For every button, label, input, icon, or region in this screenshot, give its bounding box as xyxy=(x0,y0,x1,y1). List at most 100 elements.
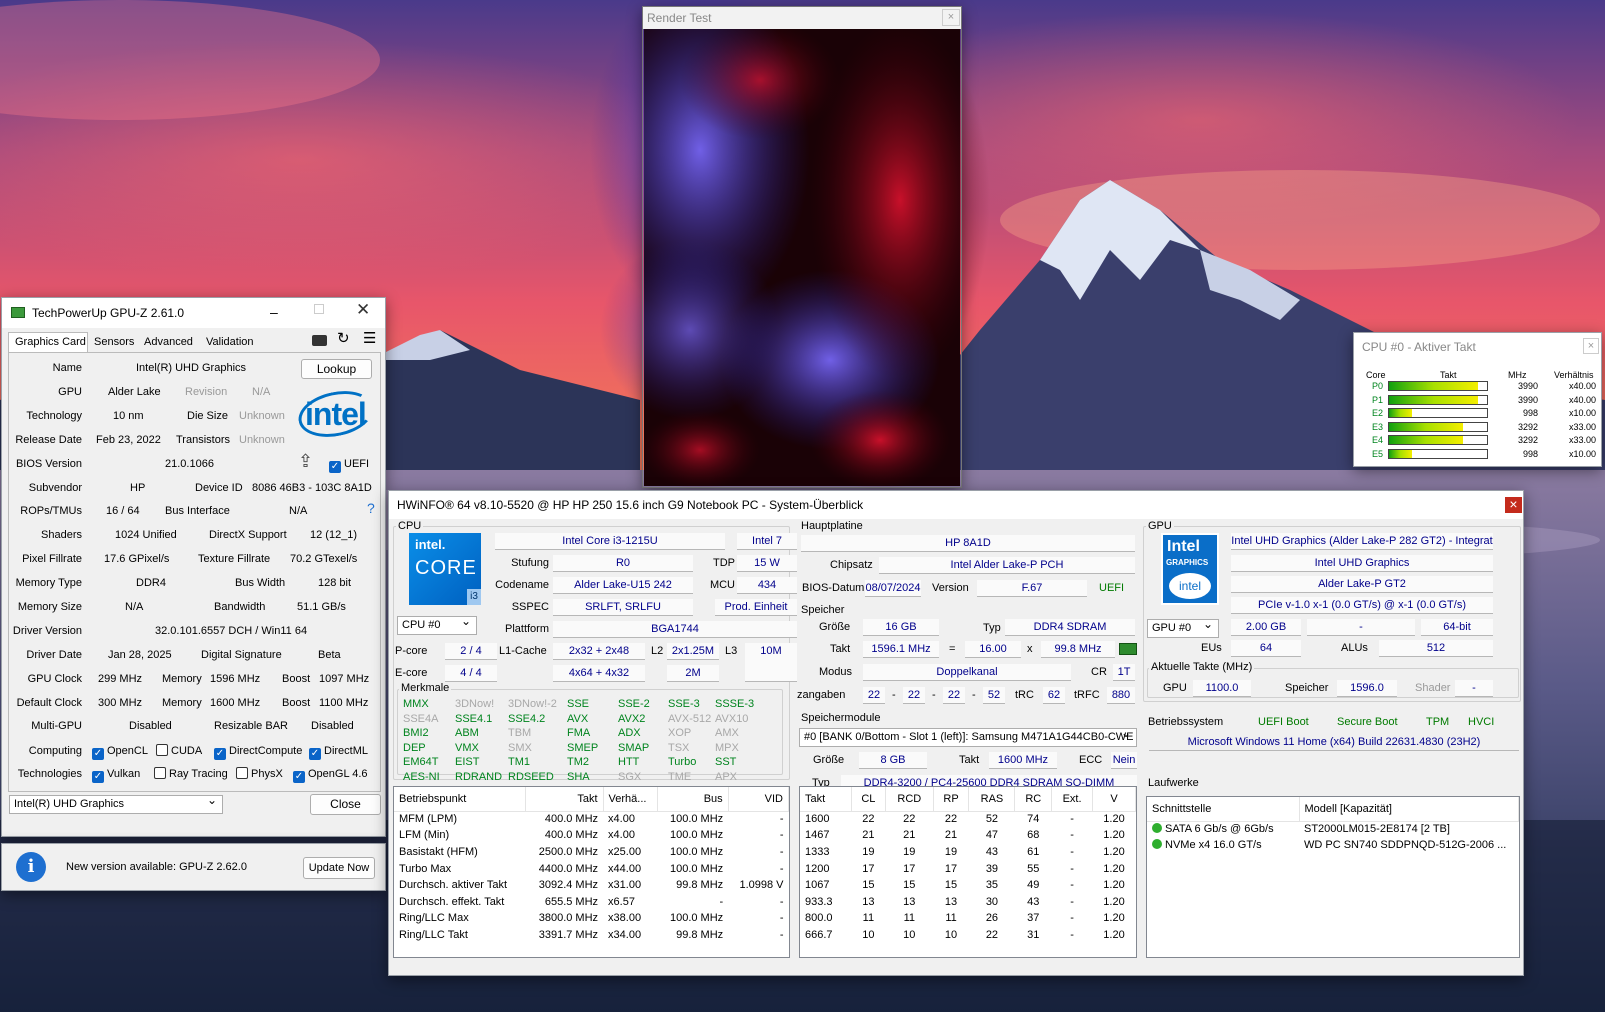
table-cell: 21 xyxy=(862,829,875,842)
physx-checkbox[interactable]: PhysX xyxy=(236,767,283,782)
opengl-checkbox[interactable]: ✓ OpenGL 4.6 xyxy=(293,767,368,783)
table-cell: 17 xyxy=(903,862,916,875)
timing-rcd: 22 xyxy=(903,687,925,704)
uefi-status: UEFI xyxy=(1099,582,1125,594)
value-digital-signature: Beta xyxy=(318,649,341,661)
cpu-feature: SMAP xyxy=(618,741,650,754)
value-bus-interface: N/A xyxy=(289,505,308,517)
table-cell: - xyxy=(779,912,784,925)
table-cell: 800.0 xyxy=(805,912,833,925)
table-cell: 19 xyxy=(903,845,916,858)
cpu-l1-ecore: 4x64 + 4x32 xyxy=(553,665,645,682)
label-l2: L2 xyxy=(651,645,664,657)
gpu-select-dropdown[interactable]: GPU #0 xyxy=(1147,616,1219,638)
checkbox-icon: ✓ xyxy=(92,748,104,760)
intel-logo-text: intel xyxy=(305,396,367,432)
label-subvendor: Subvendor xyxy=(28,482,82,494)
gpu-memory-clock: 1596.0 xyxy=(1337,680,1397,697)
table-row[interactable]: SATA 6 Gb/s @ 6Gb/s ST2000LM015-2E8174 [2… xyxy=(1147,821,1519,838)
refresh-icon[interactable]: ↻ xyxy=(337,329,350,347)
close-icon[interactable]: × xyxy=(1583,338,1599,354)
cpu-feature: ABM xyxy=(455,727,479,740)
label-technology: Technology xyxy=(26,410,82,422)
directml-checkbox[interactable]: ✓ DirectML xyxy=(309,744,368,760)
cpu-feature: TM1 xyxy=(508,756,530,769)
table-cell: 400.0 MHz xyxy=(544,829,599,842)
gpu-select-dropdown[interactable]: Intel(R) UHD Graphics xyxy=(9,792,223,814)
tab-validation[interactable]: Validation xyxy=(206,335,254,350)
cpu-select-dropdown[interactable]: CPU #0 xyxy=(397,613,477,635)
cuda-checkbox[interactable]: CUDA xyxy=(156,744,202,759)
cpu-feature: SGX xyxy=(618,771,642,783)
cpu-feature: AVX2 xyxy=(618,712,646,725)
timing-dash: - xyxy=(972,689,976,701)
raytracing-checkbox[interactable]: Ray Tracing xyxy=(154,767,228,782)
cpu-clock-monitor-window[interactable]: CPU #0 - Aktiver Takt × Core Takt MHz Ve… xyxy=(1353,332,1602,467)
gpuz-window[interactable]: TechPowerUp GPU-Z 2.61.0 – ✕ Graphics Ca… xyxy=(1,297,386,837)
cpu-feature: AMX xyxy=(715,727,739,740)
table-cell: - xyxy=(779,829,784,842)
tab-graphics-card[interactable]: Graphics Card xyxy=(8,332,88,352)
drive-interface: SATA 6 Gb/s @ 6Gb/s xyxy=(1165,823,1274,836)
label-computing: Computing xyxy=(28,745,82,757)
cpu-feature: EIST xyxy=(455,756,480,769)
tab-sensors[interactable]: Sensors xyxy=(94,335,134,350)
close-button[interactable]: Close xyxy=(310,794,381,815)
vulkan-checkbox[interactable]: ✓ Vulkan xyxy=(92,767,140,783)
table-cell: 47 xyxy=(985,829,999,842)
uefi-checkbox[interactable]: ✓ UEFI xyxy=(329,457,369,473)
table-cell: - xyxy=(1070,928,1074,941)
maximize-icon[interactable] xyxy=(314,304,324,314)
memory-group-title: Speicher xyxy=(799,604,847,617)
lookup-button[interactable]: Lookup xyxy=(301,359,372,379)
table-row: 666.7 10 10 10 22 31 - 1.20 xyxy=(800,927,1136,944)
uefi-label: UEFI xyxy=(344,458,370,470)
table-row: Turbo Max 4400.0 MHz x44.00 100.0 MHz - xyxy=(394,861,789,878)
minimize-icon[interactable]: – xyxy=(270,304,278,320)
table-cell: 100.0 MHz xyxy=(669,845,724,858)
close-icon[interactable]: × xyxy=(942,9,960,26)
table-row[interactable]: NVMe x4 16.0 GT/s WD PC SN740 SDDPNQD-512… xyxy=(1147,838,1519,855)
memory-module-dropdown[interactable]: #0 [BANK 0/Bottom - Slot 1 (left)]: Sams… xyxy=(799,728,1137,747)
label-gpu-clock: GPU xyxy=(1163,682,1187,694)
value-shaders: 1024 Unified xyxy=(115,529,177,541)
checkbox-icon xyxy=(156,744,168,756)
update-now-button[interactable]: Update Now xyxy=(303,857,375,879)
gpuz-titlebar[interactable]: TechPowerUp GPU-Z 2.61.0 – ✕ xyxy=(2,298,385,328)
help-icon[interactable]: ? xyxy=(367,501,375,516)
table-cell: 19 xyxy=(944,845,958,858)
timing-ras: 52 xyxy=(983,687,1005,704)
cpu-brand: Intel 7 xyxy=(737,533,797,550)
table-cell: NVMe x4 16.0 GT/s xyxy=(1147,838,1299,855)
cpu-feature: SSE-3 xyxy=(668,698,700,710)
camera-icon[interactable] xyxy=(312,335,327,346)
tab-advanced[interactable]: Advanced xyxy=(144,335,193,350)
table-row: Durchsch. aktiver Takt 3092.4 MHz x31.00 99… xyxy=(394,877,789,894)
table-cell: 39 xyxy=(985,862,999,875)
value-memory-size: N/A xyxy=(125,601,144,613)
opencl-checkbox[interactable]: ✓ OpenCL xyxy=(92,744,148,760)
table-cell: 15 xyxy=(903,879,916,892)
share-icon[interactable]: ⇪ xyxy=(298,451,313,472)
table-cell: 43 xyxy=(1027,895,1040,908)
drive-interface: NVMe x4 16.0 GT/s xyxy=(1165,839,1262,852)
column-header: Bus xyxy=(657,787,729,812)
hwinfo-window[interactable]: HWiNFO® 64 v8.10-5520 @ HP HP 250 15.6 i… xyxy=(388,490,1524,976)
label-bios: BIOS Version xyxy=(15,458,82,470)
label-memory-type: Memory Type xyxy=(15,577,82,589)
table-cell: Ring/LLC Max xyxy=(399,912,469,925)
directcompute-checkbox[interactable]: ✓ DirectCompute xyxy=(214,744,302,760)
close-icon[interactable]: × xyxy=(1505,497,1522,513)
value-driver-date: Jan 28, 2025 xyxy=(108,649,172,661)
label-trc: tRC xyxy=(1015,689,1034,701)
menu-icon[interactable]: ☰ xyxy=(363,329,376,347)
bios-version: F.67 xyxy=(977,580,1087,597)
render-test-window[interactable]: Render Test × xyxy=(642,6,962,488)
render-test-title: Render Test xyxy=(647,11,712,25)
render-test-titlebar[interactable]: Render Test × xyxy=(643,7,961,29)
hwinfo-titlebar[interactable]: HWiNFO® 64 v8.10-5520 @ HP HP 250 15.6 i… xyxy=(389,491,1523,519)
table-cell: 22 xyxy=(862,813,875,826)
table-cell: 3391.7 MHz xyxy=(538,928,599,941)
close-icon[interactable]: ✕ xyxy=(356,300,370,320)
table-cell: 26 xyxy=(985,912,999,925)
